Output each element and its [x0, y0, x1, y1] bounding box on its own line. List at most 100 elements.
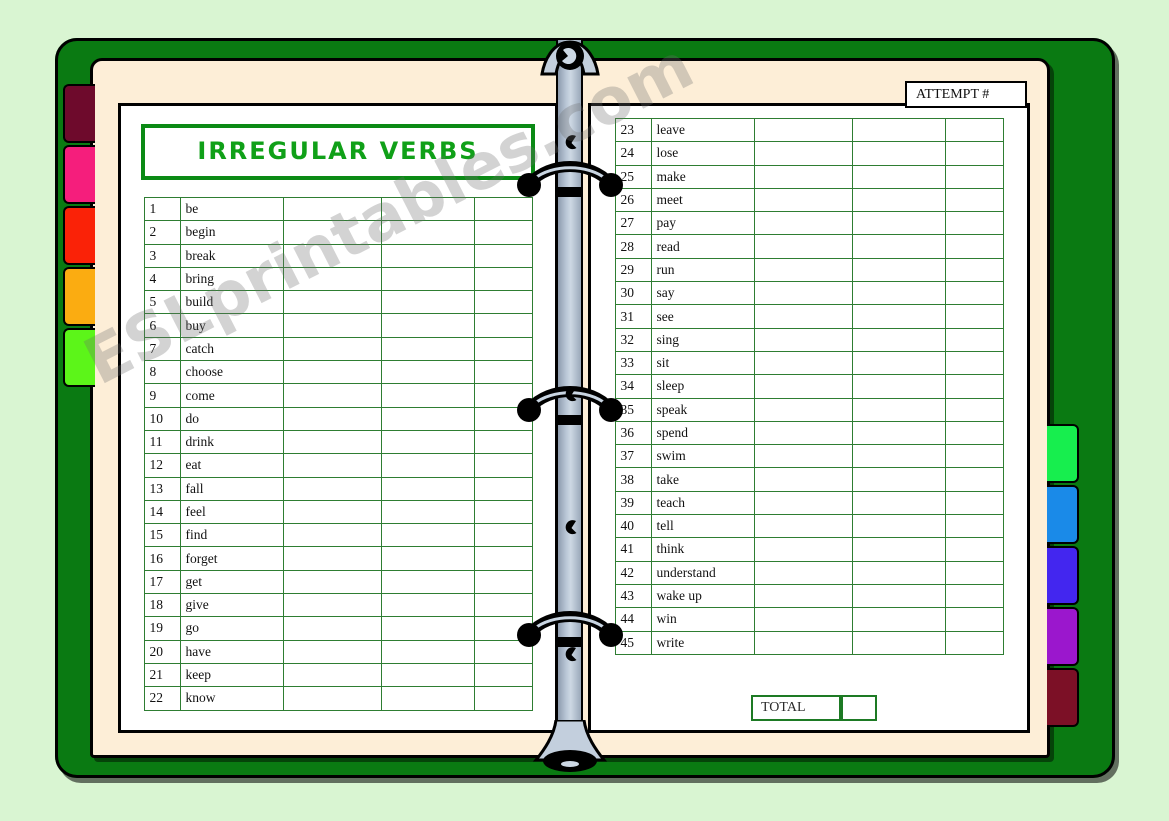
tab-darkred[interactable]: [1047, 668, 1079, 727]
tab-green[interactable]: [1047, 424, 1079, 483]
answer-blank-cell[interactable]: [380, 616, 475, 641]
answer-blank-cell[interactable]: [282, 290, 382, 315]
answer-blank-cell[interactable]: [944, 350, 1004, 376]
answer-blank-cell[interactable]: [380, 593, 475, 618]
tab-orange[interactable]: [63, 267, 95, 326]
answer-blank-cell[interactable]: [380, 499, 475, 525]
answer-blank-cell[interactable]: [851, 117, 946, 143]
answer-blank-cell[interactable]: [380, 336, 475, 362]
answer-blank-cell[interactable]: [380, 266, 475, 292]
answer-blank-cell[interactable]: [851, 164, 946, 189]
answer-blank-cell[interactable]: [851, 467, 946, 492]
answer-blank-cell[interactable]: [473, 686, 533, 711]
tab-green[interactable]: [63, 328, 95, 387]
answer-blank-cell[interactable]: [282, 196, 382, 222]
answer-blank-cell[interactable]: [944, 607, 1004, 632]
answer-blank-cell[interactable]: [473, 313, 533, 338]
answer-blank-cell[interactable]: [944, 397, 1004, 422]
answer-blank-cell[interactable]: [851, 304, 946, 329]
answer-blank-cell[interactable]: [753, 374, 853, 399]
answer-blank-cell[interactable]: [944, 490, 1004, 516]
answer-blank-cell[interactable]: [380, 429, 475, 455]
answer-blank-cell[interactable]: [851, 374, 946, 399]
answer-blank-cell[interactable]: [851, 397, 946, 422]
answer-blank-cell[interactable]: [380, 196, 475, 222]
answer-blank-cell[interactable]: [944, 560, 1004, 585]
answer-blank-cell[interactable]: [282, 499, 382, 525]
answer-blank-cell[interactable]: [944, 187, 1004, 213]
tab-pink[interactable]: [63, 145, 95, 204]
answer-blank-cell[interactable]: [851, 630, 946, 655]
tab-blue[interactable]: [1047, 485, 1079, 544]
answer-blank-cell[interactable]: [851, 257, 946, 283]
answer-blank-cell[interactable]: [473, 476, 533, 501]
answer-blank-cell[interactable]: [753, 164, 853, 189]
answer-blank-cell[interactable]: [851, 350, 946, 376]
attempt-number-box[interactable]: ATTEMPT #: [905, 81, 1027, 108]
answer-blank-cell[interactable]: [851, 327, 946, 352]
answer-blank-cell[interactable]: [473, 196, 533, 222]
answer-blank-cell[interactable]: [473, 662, 533, 688]
answer-blank-cell[interactable]: [282, 546, 382, 571]
answer-blank-cell[interactable]: [944, 257, 1004, 283]
answer-blank-cell[interactable]: [753, 141, 853, 166]
tab-maroon[interactable]: [63, 84, 95, 143]
answer-blank-cell[interactable]: [282, 220, 382, 245]
answer-blank-cell[interactable]: [380, 639, 475, 664]
answer-blank-cell[interactable]: [282, 686, 382, 711]
answer-blank-cell[interactable]: [753, 281, 853, 306]
answer-blank-cell[interactable]: [944, 141, 1004, 166]
total-value-cell[interactable]: [841, 695, 877, 721]
answer-blank-cell[interactable]: [851, 514, 946, 539]
answer-blank-cell[interactable]: [753, 467, 853, 492]
answer-blank-cell[interactable]: [753, 444, 853, 469]
answer-blank-cell[interactable]: [944, 304, 1004, 329]
answer-blank-cell[interactable]: [282, 336, 382, 362]
answer-blank-cell[interactable]: [753, 630, 853, 655]
answer-blank-cell[interactable]: [380, 476, 475, 501]
answer-blank-cell[interactable]: [851, 211, 946, 236]
answer-blank-cell[interactable]: [944, 234, 1004, 259]
tab-purple[interactable]: [1047, 607, 1079, 666]
answer-blank-cell[interactable]: [753, 397, 853, 422]
answer-blank-cell[interactable]: [944, 444, 1004, 469]
answer-blank-cell[interactable]: [380, 406, 475, 431]
answer-blank-cell[interactable]: [753, 583, 853, 609]
answer-blank-cell[interactable]: [753, 350, 853, 376]
answer-blank-cell[interactable]: [282, 313, 382, 338]
answer-blank-cell[interactable]: [380, 360, 475, 385]
answer-blank-cell[interactable]: [944, 630, 1004, 655]
answer-blank-cell[interactable]: [944, 537, 1004, 562]
answer-blank-cell[interactable]: [944, 583, 1004, 609]
answer-blank-cell[interactable]: [753, 304, 853, 329]
answer-blank-cell[interactable]: [473, 569, 533, 595]
answer-blank-cell[interactable]: [282, 406, 382, 431]
answer-blank-cell[interactable]: [753, 234, 853, 259]
answer-blank-cell[interactable]: [282, 593, 382, 618]
answer-blank-cell[interactable]: [851, 234, 946, 259]
answer-blank-cell[interactable]: [380, 220, 475, 245]
answer-blank-cell[interactable]: [380, 523, 475, 548]
answer-blank-cell[interactable]: [380, 290, 475, 315]
answer-blank-cell[interactable]: [753, 514, 853, 539]
answer-blank-cell[interactable]: [851, 281, 946, 306]
answer-blank-cell[interactable]: [282, 360, 382, 385]
tab-red[interactable]: [63, 206, 95, 265]
answer-blank-cell[interactable]: [380, 243, 475, 268]
answer-blank-cell[interactable]: [473, 336, 533, 362]
answer-blank-cell[interactable]: [753, 327, 853, 352]
answer-blank-cell[interactable]: [282, 453, 382, 478]
answer-blank-cell[interactable]: [851, 141, 946, 166]
answer-blank-cell[interactable]: [473, 453, 533, 478]
answer-blank-cell[interactable]: [753, 211, 853, 236]
answer-blank-cell[interactable]: [944, 514, 1004, 539]
answer-blank-cell[interactable]: [380, 313, 475, 338]
answer-blank-cell[interactable]: [944, 211, 1004, 236]
answer-blank-cell[interactable]: [473, 546, 533, 571]
answer-blank-cell[interactable]: [944, 374, 1004, 399]
answer-blank-cell[interactable]: [380, 662, 475, 688]
answer-blank-cell[interactable]: [282, 383, 382, 408]
answer-blank-cell[interactable]: [753, 490, 853, 516]
answer-blank-cell[interactable]: [944, 420, 1004, 446]
answer-blank-cell[interactable]: [851, 420, 946, 446]
